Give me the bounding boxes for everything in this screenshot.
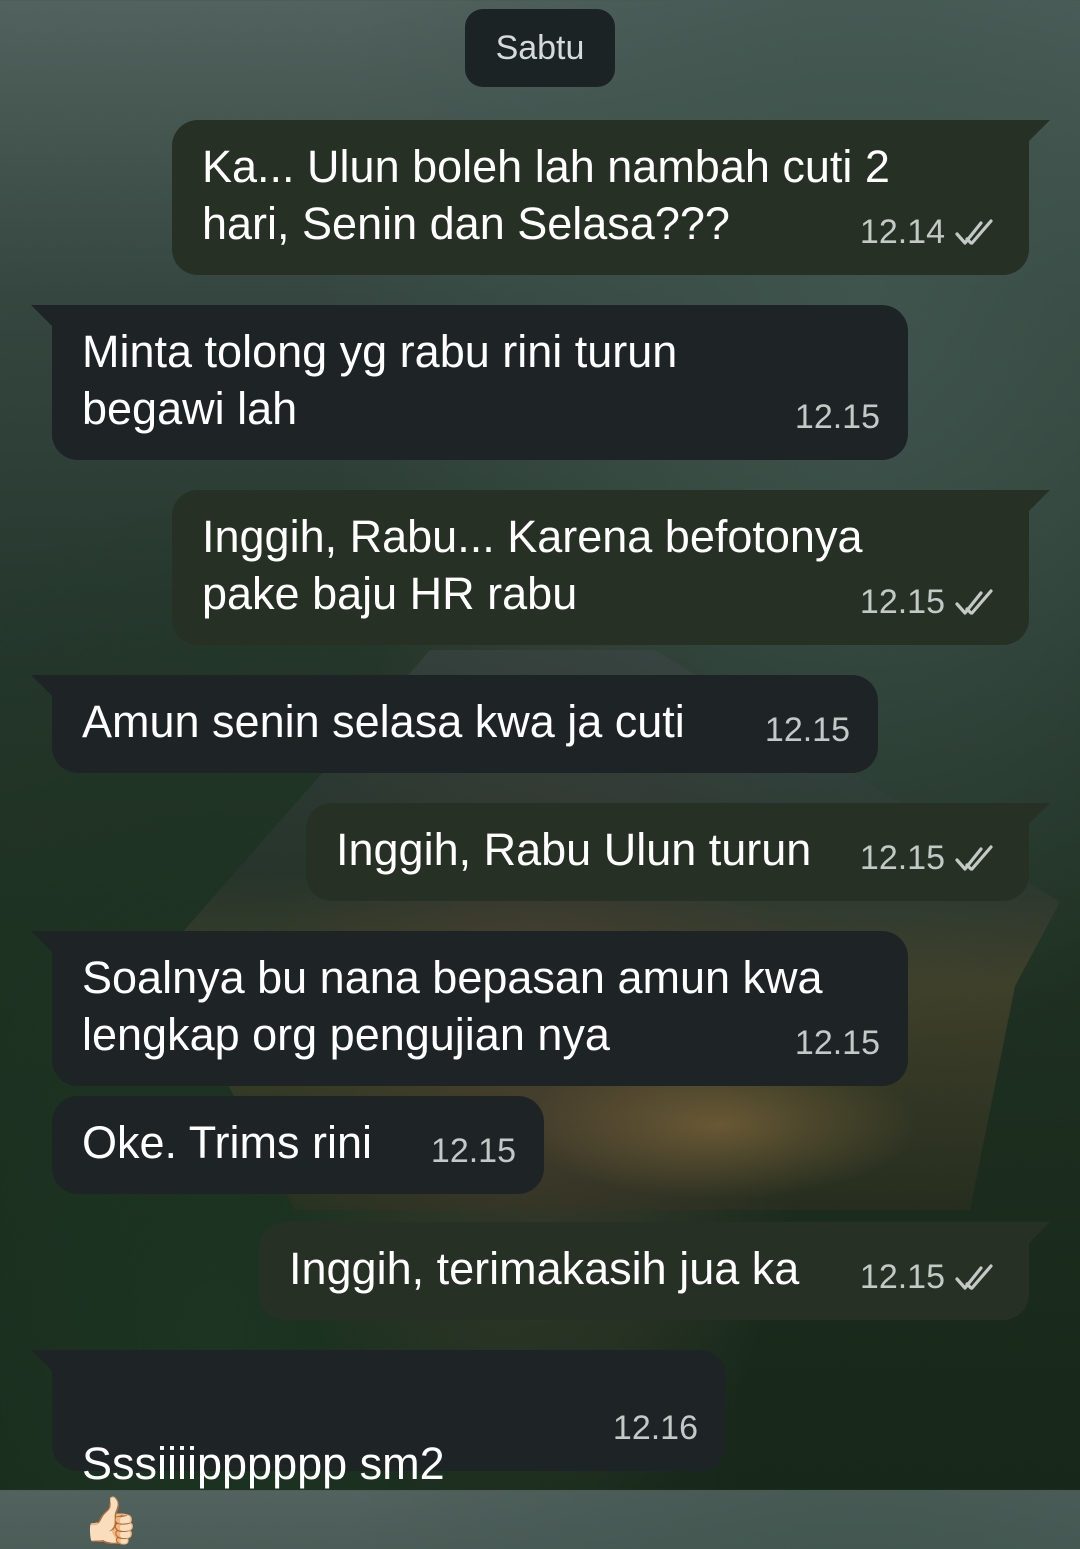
message-bubble-outgoing[interactable]: Inggih, terimakasih jua ka 12.15 (259, 1222, 1029, 1320)
message-meta: 12.14 (860, 204, 1001, 261)
message-text: Minta tolong yg rabu rini turun begawi l… (82, 326, 678, 434)
message-meta: 12.15 (795, 1015, 880, 1072)
double-check-icon (955, 218, 993, 245)
message-meta: 12.15 (431, 1123, 516, 1180)
message-time: 12.15 (430, 1132, 516, 1170)
message-time: 12.15 (859, 839, 945, 877)
message-text: Inggih, Rabu Ulun turun (336, 824, 812, 875)
message-bubble-incoming[interactable]: Soalnya bu nana bepasan amun kwa lengkap… (52, 931, 908, 1086)
message-text: Sssiiiipppppp sm2 👍🏻 (82, 1378, 445, 1549)
message-time: 12.15 (794, 398, 880, 436)
bubble-tail (1028, 490, 1050, 512)
message-time: 12.16 (612, 1409, 698, 1447)
message-time: 12.15 (794, 1024, 880, 1062)
message-text: Oke. Trims rini (82, 1117, 373, 1168)
bubble-tail (1028, 1222, 1050, 1244)
message-text: Soalnya bu nana bepasan amun kwa lengkap… (82, 952, 823, 1060)
message-text: Inggih, terimakasih jua ka (289, 1243, 800, 1294)
message-bubble-incoming[interactable]: Minta tolong yg rabu rini turun begawi l… (52, 305, 908, 460)
message-meta: 12.15 (860, 830, 1001, 887)
message-bubble-outgoing[interactable]: Inggih, Rabu... Karena befotonya pake ba… (172, 490, 1029, 645)
message-text: Ka... Ulun boleh lah nambah cuti 2 hari,… (202, 141, 890, 249)
message-time: 12.15 (764, 711, 850, 749)
bubble-tail (31, 1350, 53, 1372)
bubble-tail (1028, 120, 1050, 142)
message-bubble-incoming[interactable]: Amun senin selasa kwa ja cuti 12.15 (52, 675, 878, 773)
double-check-icon (955, 588, 993, 615)
message-text-content: Sssiiiipppppp sm2 (82, 1438, 445, 1489)
message-bubble-incoming[interactable]: Oke. Trims rini 12.15 (52, 1096, 544, 1194)
double-check-icon (955, 844, 993, 871)
double-check-icon (955, 1263, 993, 1290)
message-text: Inggih, Rabu... Karena befotonya pake ba… (202, 511, 863, 619)
message-meta: 12.15 (765, 702, 850, 759)
bubble-tail (31, 931, 53, 953)
message-bubble-outgoing[interactable]: Inggih, Rabu Ulun turun 12.15 (306, 803, 1029, 901)
message-meta: 12.15 (860, 574, 1001, 631)
message-text: Amun senin selasa kwa ja cuti (82, 696, 685, 747)
message-bubble-incoming[interactable]: Sssiiiipppppp sm2 👍🏻 12.16 (52, 1350, 726, 1547)
date-separator: Sabtu (465, 9, 615, 87)
message-time: 12.14 (859, 213, 945, 251)
bubble-tail (1028, 803, 1050, 825)
bubble-tail (31, 305, 53, 327)
message-time: 12.15 (859, 1258, 945, 1296)
bubble-tail (31, 675, 53, 697)
message-meta: 12.16 (613, 1400, 698, 1457)
message-time: 12.15 (859, 583, 945, 621)
message-meta: 12.15 (860, 1249, 1001, 1306)
message-bubble-outgoing[interactable]: Ka... Ulun boleh lah nambah cuti 2 hari,… (172, 120, 1029, 275)
thumbs-up-icon: 👍🏻 (82, 1493, 140, 1547)
message-meta: 12.15 (795, 389, 880, 446)
